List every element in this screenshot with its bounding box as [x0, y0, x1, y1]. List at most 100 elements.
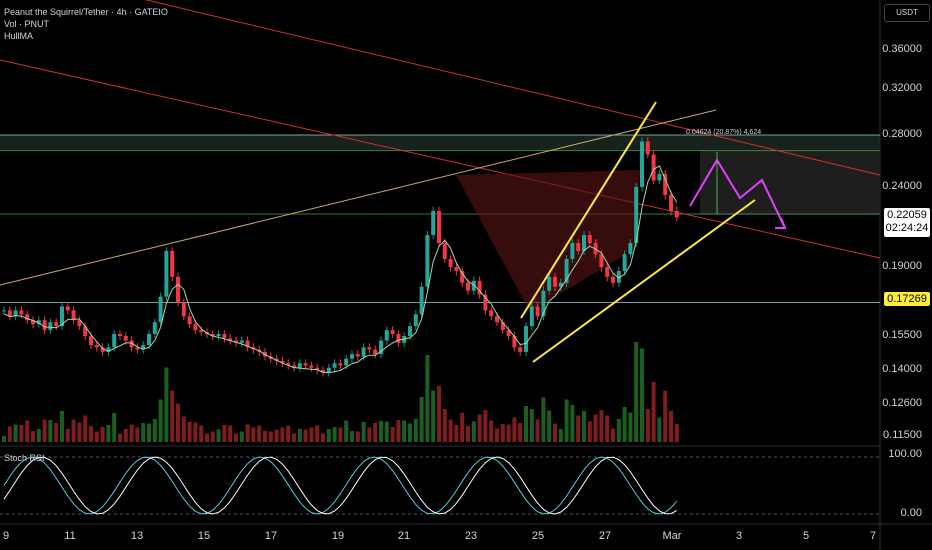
price-tick-label: 0.24000	[882, 180, 922, 192]
volume-bar	[164, 367, 169, 442]
volume-bar	[2, 436, 6, 442]
volume-bar	[71, 419, 76, 442]
volume-bar	[674, 424, 679, 442]
volume-bar	[425, 355, 430, 442]
volume-bar	[274, 429, 279, 442]
volume-bar	[187, 422, 192, 442]
candle-body	[466, 282, 470, 291]
candle-body	[94, 345, 99, 348]
candle-body	[373, 349, 378, 355]
candle-body	[611, 276, 615, 283]
volume-bar	[437, 386, 441, 442]
volume-bar	[489, 420, 494, 442]
volume-bar	[466, 426, 470, 442]
candle-body	[164, 251, 169, 297]
volume-bar	[338, 427, 343, 442]
volume-bar	[506, 424, 511, 442]
candle-body	[396, 334, 401, 343]
volume-bar	[663, 390, 668, 442]
stoch-d-line	[3, 456, 678, 515]
countdown-value: 02:24:24	[885, 222, 929, 234]
volume-bar	[263, 431, 267, 442]
volume-bar	[83, 415, 88, 442]
volume-bar	[587, 421, 592, 442]
price-chart[interactable]	[0, 0, 932, 550]
candle-body	[181, 302, 186, 317]
candle-body	[390, 330, 395, 335]
volume-bar	[605, 415, 610, 442]
volume-bar	[390, 427, 395, 442]
volume-bar	[384, 421, 389, 442]
volume-bar	[216, 429, 221, 442]
volume-bar	[500, 424, 505, 442]
volume-bar	[257, 425, 262, 442]
volume-bar	[616, 419, 621, 442]
volume-bar	[396, 420, 401, 442]
candle-body	[187, 316, 192, 325]
candle-body	[535, 306, 540, 317]
candle-body	[651, 154, 656, 181]
volume-bar	[100, 427, 105, 442]
volume-bar	[622, 407, 627, 442]
volume-bar	[669, 411, 673, 442]
candle-body	[19, 310, 24, 315]
candle-body	[419, 286, 424, 315]
volume-bar	[321, 433, 325, 442]
volume-bar	[570, 405, 575, 442]
candle-body	[147, 334, 151, 346]
volume-bar	[31, 431, 35, 442]
volume-bar	[193, 422, 198, 442]
time-tick-label: 15	[197, 530, 211, 542]
candle-body	[489, 310, 494, 317]
candle-body	[65, 306, 70, 311]
candle-body	[645, 141, 650, 155]
candle-body	[158, 296, 163, 323]
volume-bar	[106, 425, 111, 442]
indicator-label: HullMA	[4, 31, 34, 41]
time-tick-label: 9	[2, 530, 10, 542]
candle-body	[326, 367, 331, 373]
candle-body	[309, 365, 314, 368]
candle-body	[170, 251, 175, 277]
volume-bar	[170, 390, 175, 442]
volume-bar	[181, 416, 186, 442]
symbol-title[interactable]: Peanut the Squirrel/Tether · 4h · GATEIO	[4, 6, 168, 18]
volume-bar	[640, 348, 644, 442]
time-tick-label: 27	[598, 530, 612, 542]
candle-body	[344, 358, 349, 366]
candle-body	[42, 320, 47, 331]
candle-body	[628, 243, 633, 255]
volume-bar	[309, 427, 314, 442]
currency-selector[interactable]: USDT	[884, 4, 930, 22]
candle-body	[193, 324, 198, 331]
volume-bar	[512, 417, 517, 442]
candle-body	[176, 276, 180, 303]
volume-bar	[89, 426, 93, 442]
candle-body	[123, 336, 128, 341]
price-tick-label: 0.36000	[882, 43, 922, 55]
candle-body	[355, 354, 360, 357]
price-tick-label: 0.15500	[882, 329, 922, 341]
volume-bar	[234, 433, 238, 442]
volume-bar	[123, 429, 128, 442]
volume-bar	[7, 426, 12, 442]
candle-body	[112, 334, 117, 348]
volume-bar	[152, 419, 157, 442]
time-tick-label: Mar	[662, 530, 682, 542]
volume-bar	[251, 427, 256, 442]
volume-bar	[460, 413, 465, 442]
volume-bar	[471, 421, 476, 442]
pattern-triangle	[456, 170, 640, 312]
rsi-tick-top: 100.00	[888, 448, 922, 460]
candle-body	[512, 336, 517, 348]
volume-bar	[94, 431, 99, 442]
candle-body	[350, 354, 354, 359]
candle-body	[239, 340, 244, 343]
volume-bar	[77, 422, 82, 442]
time-tick-label: 23	[464, 530, 478, 542]
volume-bar	[210, 431, 215, 442]
price-tick-label: 0.28000	[882, 128, 922, 140]
volume-bar	[564, 399, 569, 442]
candle-body	[448, 259, 453, 267]
volume-bar	[431, 390, 436, 442]
